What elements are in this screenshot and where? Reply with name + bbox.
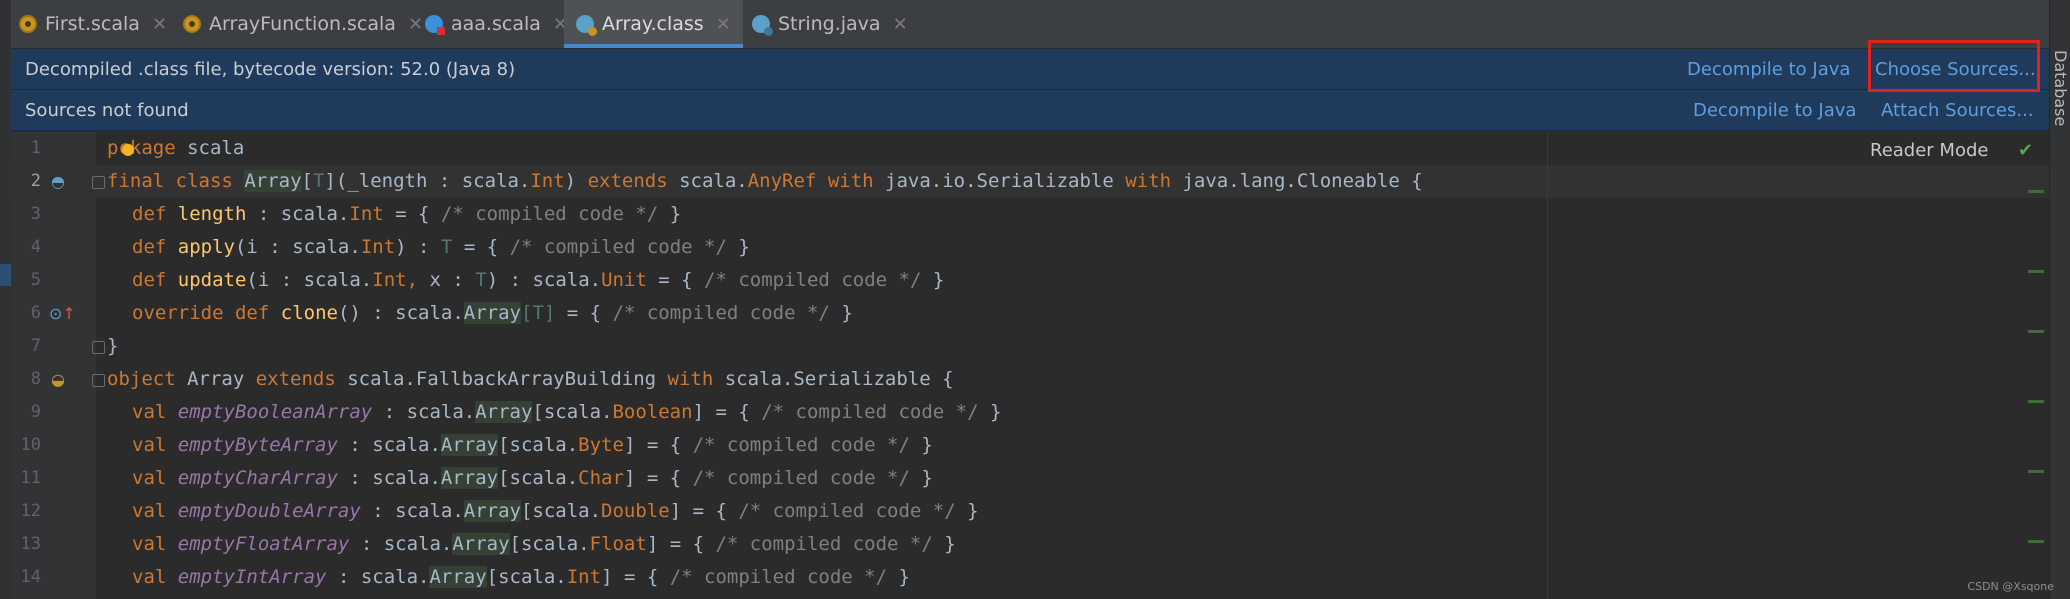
tab-label: Array.class	[602, 13, 704, 35]
decompile-to-java-link[interactable]: Decompile to Java	[1693, 100, 1856, 121]
close-icon[interactable]: ✕	[408, 14, 423, 35]
scrollbar-marker	[2028, 470, 2044, 473]
code-line: 10 val emptyByteArray : scala.Array[scal…	[11, 429, 2050, 462]
attach-sources-link[interactable]: Attach Sources...	[1881, 100, 2034, 121]
line-number: 2	[30, 171, 41, 191]
fold-icon[interactable]	[92, 176, 105, 189]
line-number: 3	[30, 204, 41, 224]
watermark: CSDN @Xsqone	[1967, 580, 2054, 593]
tab-first-scala[interactable]: First.scala ✕	[19, 0, 167, 48]
tab-label: aaa.scala	[451, 13, 541, 35]
java-class-icon	[752, 15, 773, 36]
close-icon[interactable]: ✕	[716, 14, 731, 35]
code-text: val emptyByteArray : scala.Array[scala.B…	[132, 434, 933, 456]
code-text: val emptyDoubleArray : scala.Array[scala…	[132, 500, 979, 522]
close-icon[interactable]: ✕	[152, 14, 167, 35]
tab-arrayfunction-scala[interactable]: ArrayFunction.scala ✕	[183, 0, 423, 48]
line-number: 14	[20, 567, 41, 587]
code-text: def update(i : scala.Int, x : T) : scala…	[132, 269, 945, 291]
line-number: 5	[30, 270, 41, 290]
line-number: 11	[20, 468, 41, 488]
fold-icon[interactable]	[92, 374, 105, 387]
annotation-highlight-box	[1868, 40, 2040, 92]
line-number: 8	[30, 369, 41, 389]
line-number: 7	[30, 336, 41, 356]
code-line: 9 val emptyBooleanArray : scala.Array[sc…	[11, 396, 2050, 429]
line-number: 10	[20, 435, 41, 455]
tab-label: ArrayFunction.scala	[209, 13, 396, 35]
code-line: 6 ⊙↑ override def clone() : scala.Array[…	[11, 297, 2050, 330]
tab-label: First.scala	[45, 13, 140, 35]
scrollbar-marker	[2028, 270, 2044, 273]
tab-aaa-scala[interactable]: aaa.scala ✕	[425, 0, 568, 48]
code-line: 13 val emptyFloatArray : scala.Array[sca…	[11, 528, 2050, 561]
overrides-gutter-icon[interactable]: ⊙↑	[49, 297, 76, 330]
code-line: 8 ◒ object Array extends scala.FallbackA…	[11, 363, 2050, 396]
code-line-current: 2 ◓ final class Array[T](_length : scala…	[11, 165, 2050, 198]
scrollbar-marker	[2028, 190, 2044, 193]
right-tool-strip: Database	[2049, 0, 2070, 599]
companion-gutter-icon[interactable]: ◒	[51, 363, 65, 396]
code-text: }	[107, 335, 119, 357]
scala-worksheet-icon	[425, 15, 445, 35]
line-number: 6	[30, 303, 41, 323]
code-text: override def clone() : scala.Array[T] = …	[132, 302, 853, 324]
code-line: 11 val emptyCharArray : scala.Array[scal…	[11, 462, 2050, 495]
code-text: val emptyCharArray : scala.Array[scala.C…	[132, 467, 933, 489]
reader-mode-button[interactable]: Reader Mode	[1870, 140, 1988, 161]
scrollbar-marker	[2028, 330, 2044, 333]
editor-tab-bar: First.scala ✕ ArrayFunction.scala ✕ aaa.…	[11, 0, 2050, 49]
code-line: 4 def apply(i : scala.Int) : T = { /* co…	[11, 231, 2050, 264]
code-line: 3 def length : scala.Int = { /* compiled…	[11, 198, 2050, 231]
line-number: 12	[20, 501, 41, 521]
implemented-gutter-icon[interactable]: ◓	[51, 165, 65, 198]
code-line: 1 pckage scala ●	[11, 132, 2050, 165]
decompiled-banner: Decompiled .class file, bytecode version…	[11, 49, 2050, 90]
scala-file-icon	[19, 15, 37, 33]
code-line: 7 }	[11, 330, 2050, 363]
code-text: object Array extends scala.FallbackArray…	[107, 368, 954, 390]
code-line: 12 val emptyDoubleArray : scala.Array[sc…	[11, 495, 2050, 528]
code-text: def length : scala.Int = { /* compiled c…	[132, 203, 682, 225]
code-editor[interactable]: 1 pckage scala ● 2 ◓ final class Array[T…	[11, 132, 2050, 599]
scrollbar-marker	[2028, 400, 2044, 403]
code-text: val emptyFloatArray : scala.Array[scala.…	[132, 533, 956, 555]
scala-file-icon	[183, 15, 201, 33]
bulb-icon[interactable]: ●	[121, 132, 135, 165]
line-number: 13	[20, 534, 41, 554]
code-text: val emptyBooleanArray : scala.Array[scal…	[132, 401, 1002, 423]
scrollbar-marker	[2028, 540, 2044, 543]
tab-string-java[interactable]: String.java ✕	[744, 0, 916, 48]
inspection-ok-icon[interactable]: ✔	[2018, 140, 2033, 161]
code-line: 5 def update(i : scala.Int, x : T) : sca…	[11, 264, 2050, 297]
code-text: val emptyIntArray : scala.Array[scala.In…	[132, 566, 910, 588]
left-strip-indicator	[0, 264, 11, 286]
code-text: final class Array[T](_length : scala.Int…	[107, 170, 1423, 192]
code-text: def apply(i : scala.Int) : T = { /* comp…	[132, 236, 750, 258]
line-number: 1	[30, 138, 41, 158]
fold-icon[interactable]	[92, 341, 105, 354]
database-tool-button[interactable]: Database	[2051, 50, 2070, 126]
tab-label: String.java	[778, 13, 881, 35]
banner-message: Sources not found	[25, 99, 189, 121]
decompile-to-java-link[interactable]: Decompile to Java	[1687, 59, 1850, 80]
code-line: 14 val emptyIntArray : scala.Array[scala…	[11, 561, 2050, 594]
right-margin-guide	[1547, 132, 1548, 599]
line-number: 4	[30, 237, 41, 257]
close-icon[interactable]: ✕	[893, 14, 908, 35]
banner-message: Decompiled .class file, bytecode version…	[25, 58, 516, 80]
line-number: 9	[30, 402, 41, 422]
sources-banner: Sources not found Decompile to Java Atta…	[11, 90, 2050, 131]
class-file-icon	[576, 15, 597, 36]
tab-array-class[interactable]: Array.class ✕	[564, 0, 743, 48]
